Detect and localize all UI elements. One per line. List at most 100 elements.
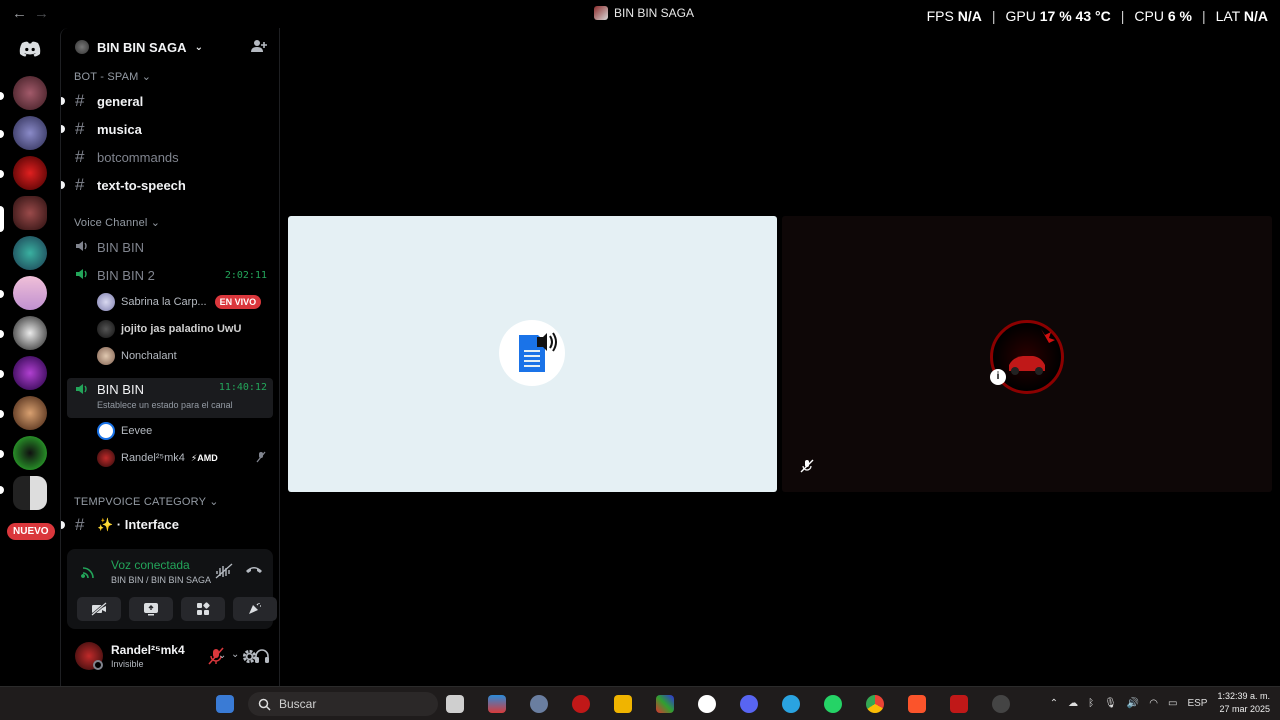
speaker-icon <box>75 267 97 284</box>
voice-channel-bin-bin-2[interactable]: BIN BIN 2 2:02:11 <box>67 262 273 288</box>
avatar <box>97 347 115 365</box>
voice-user[interactable]: Nonchalant <box>97 344 273 368</box>
discord-home-icon[interactable] <box>13 32 47 66</box>
battery-icon[interactable]: ▭ <box>1168 698 1177 709</box>
brave-icon[interactable] <box>908 695 926 713</box>
server-avatar[interactable] <box>13 356 47 390</box>
discord-icon[interactable] <box>740 695 758 713</box>
voice-user[interactable]: Eevee <box>97 419 273 443</box>
taskbar-search[interactable]: Buscar <box>248 692 438 716</box>
mic-icon[interactable]: 🎙 <box>1104 698 1117 709</box>
app-icon[interactable] <box>656 695 674 713</box>
server-avatar[interactable] <box>13 396 47 430</box>
server-avatar[interactable] <box>13 316 47 350</box>
participant-tile-randel[interactable]: i <box>782 216 1272 492</box>
server-avatar[interactable] <box>13 76 47 110</box>
new-badge[interactable]: NUEVO <box>7 523 55 540</box>
server-avatar[interactable] <box>13 116 47 150</box>
speaker-icon <box>75 382 97 399</box>
store-icon[interactable] <box>488 695 506 713</box>
voice-user[interactable]: jojito jas paladino UwU <box>97 317 273 341</box>
hash-icon: # <box>75 147 85 166</box>
server-avatar[interactable] <box>13 436 47 470</box>
unread-pill <box>0 450 4 458</box>
unread-pill <box>0 170 4 178</box>
channel-interface[interactable]: # ✨ · Interface <box>61 512 273 538</box>
guild-header[interactable]: BIN BIN SAGA ⌄ <box>61 28 281 66</box>
server-avatar[interactable] <box>13 236 47 270</box>
volume-icon[interactable]: 🔊 <box>1127 698 1139 709</box>
share-screen-button[interactable] <box>129 597 173 621</box>
unread-pill <box>0 410 4 418</box>
whatsapp-icon[interactable] <box>824 695 842 713</box>
server-rail: NUEVO <box>0 28 60 686</box>
muted-mic-icon <box>255 451 267 466</box>
clock[interactable]: 1:32:39 a. m. 27 mar 2025 <box>1217 690 1270 716</box>
file-icon[interactable] <box>446 695 464 713</box>
category-voice[interactable]: Voice Channel ⌄ <box>74 216 160 229</box>
hash-icon: # <box>75 91 85 110</box>
voice-user[interactable]: Randel²⁵mk4 ⚡AMD <box>97 446 273 470</box>
muted-mic-icon <box>800 459 814 478</box>
media-player-icon[interactable] <box>698 695 716 713</box>
server-avatar[interactable] <box>13 276 47 310</box>
server-avatar[interactable] <box>13 156 47 190</box>
participant-tile-eevee[interactable] <box>288 216 777 492</box>
voice-connected-panel: Voz conectada BIN BIN / BIN BIN SAGA <box>67 549 277 629</box>
speaker-icon <box>75 239 97 256</box>
channel-botcommands[interactable]: # botcommands <box>75 144 273 170</box>
unread-pill <box>0 92 4 100</box>
hash-icon: # <box>75 119 85 138</box>
server-icon <box>594 6 608 20</box>
app-icon[interactable] <box>992 695 1010 713</box>
window-title: BIN BIN SAGA <box>594 6 694 20</box>
noise-suppression-icon[interactable] <box>215 563 233 584</box>
activities-button[interactable] <box>181 597 225 621</box>
channel-general[interactable]: # general <box>61 88 273 114</box>
unread-pill <box>61 97 65 105</box>
server-avatar[interactable] <box>13 196 47 230</box>
telegram-icon[interactable] <box>782 695 800 713</box>
signal-icon[interactable] <box>81 564 97 585</box>
channel-musica[interactable]: # musica <box>61 116 273 142</box>
soundboard-button[interactable] <box>233 597 277 621</box>
steam-icon[interactable] <box>530 695 548 713</box>
folder-icon[interactable] <box>614 695 632 713</box>
add-member-icon[interactable] <box>251 38 267 59</box>
status-indicator <box>93 660 103 670</box>
voice-channel-bin-bin-connected[interactable]: BIN BIN 11:40:12 Establece un estado par… <box>67 378 273 418</box>
chevron-down-icon[interactable]: ⌄ <box>218 650 226 661</box>
server-folder[interactable] <box>13 476 47 510</box>
taskbar: Buscar ⌃ ☁ ᛒ 🎙 🔊 ◠ ▭ ESP 1:32:39 a. m. 2… <box>0 686 1280 720</box>
chrome-icon[interactable] <box>866 695 884 713</box>
back-arrow-icon[interactable]: ← <box>12 5 27 22</box>
forward-arrow-icon[interactable]: → <box>34 5 49 22</box>
camera-off-button[interactable] <box>77 597 121 621</box>
hash-icon: # <box>75 515 85 534</box>
channel-text-to-speech[interactable]: # text-to-speech <box>61 172 273 198</box>
channel-sidebar: BIN BIN SAGA ⌄ BOT - SPAM ⌄ # general # … <box>60 28 280 686</box>
hash-icon: # <box>75 175 85 194</box>
guild-icon <box>75 40 89 54</box>
avatar <box>97 293 115 311</box>
voice-user[interactable]: Sabrina la Carp... EN VIVO <box>97 290 273 314</box>
unread-pill <box>61 125 65 133</box>
chevron-down-icon[interactable]: ⌄ <box>231 649 239 660</box>
wifi-icon[interactable]: ◠ <box>1149 698 1158 709</box>
category-tempvoice[interactable]: TEMPVOICE CATEGORY ⌄ <box>74 495 219 508</box>
gear-icon[interactable] <box>241 648 258 670</box>
widgets-icon[interactable] <box>216 695 234 713</box>
chevron-down-icon: ⌄ <box>194 41 203 53</box>
performance-overlay: FPS N/A | GPU 17 % 43 °C | CPU 6 % | LAT N/… <box>926 8 1268 24</box>
disconnect-icon[interactable] <box>245 563 263 581</box>
bluetooth-icon[interactable]: ᛒ <box>1088 698 1094 709</box>
unread-pill <box>61 521 65 529</box>
app-icon[interactable] <box>572 695 590 713</box>
unread-pill <box>0 330 4 338</box>
voice-channel-bin-bin[interactable]: BIN BIN <box>67 234 273 260</box>
cloud-icon[interactable]: ☁ <box>1068 698 1078 709</box>
unread-pill <box>0 370 4 378</box>
chevron-up-icon[interactable]: ⌃ <box>1050 698 1058 709</box>
app-icon[interactable] <box>950 695 968 713</box>
category-bot-spam[interactable]: BOT - SPAM ⌄ <box>74 70 151 83</box>
